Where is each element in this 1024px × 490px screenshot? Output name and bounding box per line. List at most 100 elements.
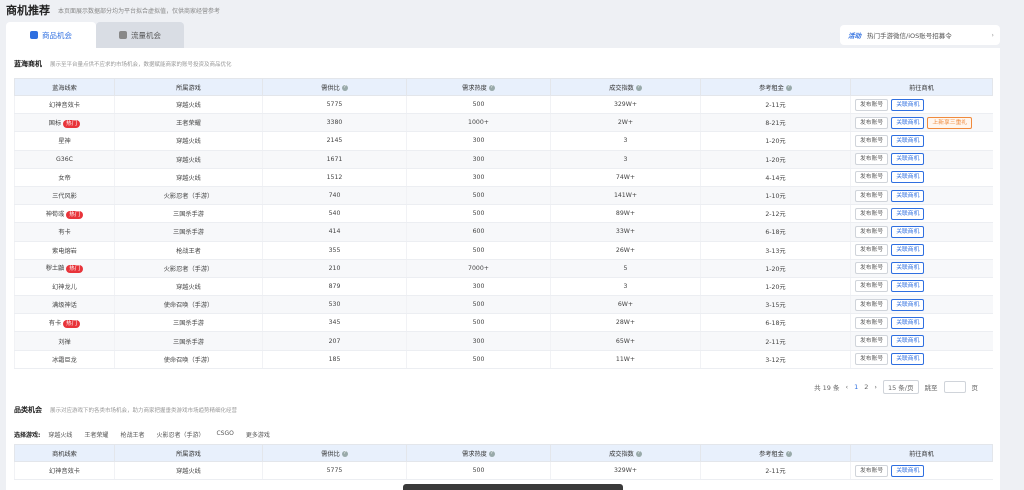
publish-account-button[interactable]: 发布账号 (855, 464, 889, 477)
cell-rent: 1-20元 (700, 259, 851, 278)
help-icon[interactable]: ? (341, 84, 348, 91)
cell-rent: 6-18元 (700, 313, 851, 333)
page-2[interactable]: 2 (864, 383, 868, 391)
link-opportunity-button[interactable]: 关联商机 (891, 225, 925, 238)
column-header-label: 成交指数 (609, 450, 634, 458)
deal-value: 26W+ (615, 246, 636, 254)
tab-goods-opportunity[interactable]: 商品机会 (6, 22, 96, 48)
column-header-label: 所属游戏 (176, 84, 201, 92)
table-row: 幻神龙儿 穿越火线 879 300 3 1-20元 发布账号 关联商机 (14, 277, 993, 297)
game-value: 火影忍者（手游） (163, 193, 214, 201)
link-opportunity-button[interactable]: 关联商机 (891, 353, 925, 366)
hot-badge: 热门 (63, 319, 81, 328)
ratio-value: 210 (328, 264, 341, 272)
publish-account-button[interactable]: 发布账号 (855, 225, 889, 238)
lead-name: 幻神龙儿 (52, 283, 77, 291)
heat-value: 7000+ (468, 264, 489, 272)
publish-account-button[interactable]: 发布账号 (855, 262, 889, 275)
deal-value: 2W+ (617, 119, 634, 127)
publish-account-button[interactable]: 发布账号 (855, 116, 889, 129)
link-opportunity-button[interactable]: 关联商机 (891, 98, 925, 111)
cell-ratio: 5775 (262, 95, 407, 115)
filter-game-option[interactable]: 穿越火线 (48, 430, 72, 439)
filter-game-option[interactable]: 枪战王者 (120, 430, 144, 439)
activity-notice[interactable]: 活动 热门手游微信/iOS账号招募令 › (840, 25, 1000, 45)
pagination-prev[interactable]: ‹ (845, 383, 848, 391)
publish-account-button[interactable]: 发布账号 (855, 171, 889, 184)
cell-heat: 300 (406, 131, 551, 151)
cell-lead: 秽土鼬 热门 (14, 259, 115, 278)
cell-rent: 1-20元 (700, 131, 851, 151)
cell-actions: 发布账号 关联商机 (850, 259, 993, 278)
help-icon[interactable]: ? (785, 84, 792, 91)
cell-lead: 幻神龙儿 (14, 277, 115, 297)
publish-account-button[interactable]: 发布账号 (855, 353, 889, 366)
rent-value: 2-11元 (765, 338, 786, 346)
link-opportunity-button[interactable]: 关联商机 (891, 189, 925, 202)
ratio-value: 5775 (326, 467, 343, 475)
game-filter: 选择游戏: 穿越火线 王者荣耀 枪战王者 火影忍者（手游） CSGO 更多游戏 (14, 428, 282, 440)
cell-actions: 发布账号 关联商机 (850, 295, 993, 315)
publish-account-button[interactable]: 发布账号 (855, 335, 889, 348)
cell-ratio: 530 (262, 295, 407, 315)
help-icon[interactable]: ? (785, 450, 792, 457)
link-opportunity-button[interactable]: 关联商机 (891, 262, 925, 275)
link-opportunity-button[interactable]: 关联商机 (891, 280, 925, 293)
cell-lead: 神荀彧 热门 (14, 204, 115, 224)
cell-ratio: 740 (262, 186, 407, 206)
link-opportunity-button[interactable]: 关联商机 (891, 153, 925, 166)
cell-ratio: 5775 (262, 461, 407, 481)
help-icon[interactable]: ? (488, 450, 495, 457)
publish-account-button[interactable]: 发布账号 (855, 189, 889, 202)
publish-account-button[interactable]: 发布账号 (855, 207, 889, 220)
hot-badge: 热门 (66, 265, 84, 274)
link-opportunity-button[interactable]: 关联商机 (891, 171, 925, 184)
cell-lead: 满级神话 (14, 295, 115, 315)
horizontal-scrollbar[interactable] (403, 484, 623, 490)
publish-account-button[interactable]: 发布账号 (855, 153, 889, 166)
table-row: 冰霜巨龙 使命召唤（手游） 185 500 11W+ 3-12元 发布账号 关联商机 (14, 350, 993, 369)
publish-account-button[interactable]: 发布账号 (855, 98, 889, 111)
help-icon[interactable]: ? (341, 450, 348, 457)
pagination: 共 19 条 ‹ 1 2 › 15 条/页 跳至 页 (808, 380, 978, 394)
link-opportunity-button[interactable]: 关联商机 (891, 464, 925, 477)
link-opportunity-button[interactable]: 关联商机 (891, 244, 925, 257)
table-row: 有卡 热门 三国杀手游 345 500 28W+ 6-18元 发布账号 关联商机 (14, 313, 993, 333)
jump-label: 跳至 (924, 384, 938, 392)
publish-account-button[interactable]: 发布账号 (855, 298, 889, 311)
pagination-next[interactable]: › (874, 383, 877, 391)
lead-name: 刘禅 (58, 338, 71, 346)
cell-lead: 有卡 (14, 222, 115, 242)
help-icon[interactable]: ? (488, 84, 495, 91)
publish-account-button[interactable]: 发布账号 (855, 134, 889, 147)
publish-account-button[interactable]: 发布账号 (855, 316, 889, 329)
filter-game-option[interactable]: 王者荣耀 (84, 430, 108, 439)
link-opportunity-button[interactable]: 关联商机 (891, 116, 925, 129)
filter-game-option[interactable]: 更多游戏 (246, 430, 270, 439)
link-opportunity-button[interactable]: 关联商机 (891, 335, 925, 348)
link-opportunity-button[interactable]: 关联商机 (891, 207, 925, 220)
help-icon[interactable]: ? (635, 84, 642, 91)
cell-lead: 三代风影 (14, 186, 115, 206)
tab-traffic-opportunity[interactable]: 流量机会 (96, 22, 184, 48)
game-value: 穿越火线 (176, 468, 201, 476)
page-1[interactable]: 1 (854, 383, 858, 391)
page-size-select[interactable]: 15 条/页 (882, 380, 919, 394)
cell-ratio: 345 (262, 313, 407, 333)
cell-rent: 1-20元 (700, 150, 851, 169)
help-icon[interactable]: ? (635, 450, 642, 457)
jump-input[interactable] (943, 381, 966, 393)
deal-value: 3 (623, 282, 628, 290)
link-opportunity-button[interactable]: 关联商机 (891, 298, 925, 311)
heat-value: 300 (472, 282, 485, 290)
rent-value: 3-12元 (765, 356, 786, 364)
publish-account-button[interactable]: 发布账号 (855, 244, 889, 257)
deal-value: 6W+ (617, 301, 634, 309)
publish-account-button[interactable]: 发布账号 (855, 280, 889, 293)
link-opportunity-button[interactable]: 关联商机 (891, 134, 925, 147)
link-opportunity-button[interactable]: 关联商机 (891, 316, 925, 329)
filter-game-option[interactable]: 火影忍者（手游） (156, 430, 204, 439)
filter-game-option[interactable]: CSGO (216, 430, 233, 439)
cell-heat: 300 (406, 150, 551, 169)
new-listing-gift-button[interactable]: 上新享三重礼 (927, 116, 973, 129)
